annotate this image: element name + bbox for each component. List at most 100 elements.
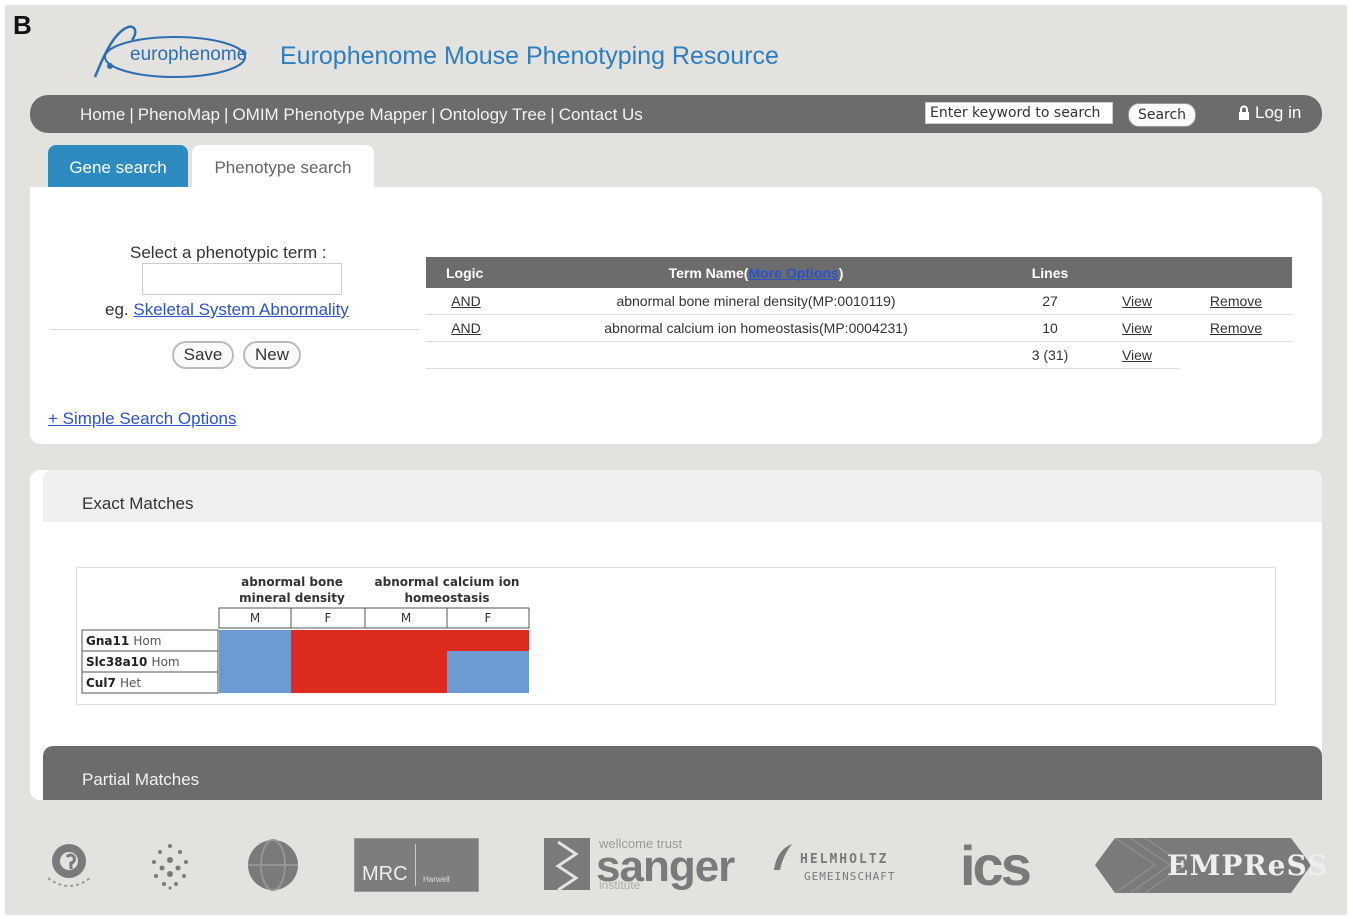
gene-label[interactable]: Gna11 Hom — [86, 634, 161, 648]
partial-matches-header[interactable]: Partial Matches — [43, 746, 1322, 800]
term-name-cell: abnormal calcium ion homeostasis(MP:0004… — [506, 314, 1006, 342]
heatmap-cell[interactable] — [365, 672, 447, 693]
star-cluster-logo-icon[interactable] — [142, 838, 198, 894]
logic-link[interactable]: AND — [426, 288, 506, 315]
partial-matches-title: Partial Matches — [82, 770, 200, 789]
remove-link[interactable]: Remove — [1180, 288, 1292, 315]
divider — [415, 844, 416, 886]
lines-header: Lines — [1006, 257, 1094, 288]
lock-icon — [1239, 105, 1249, 120]
nav-separator: | — [129, 105, 134, 124]
heatmap-cell[interactable] — [447, 651, 529, 672]
example-line: eg. Skeletal System Abnormality — [105, 300, 349, 320]
europhenome-logo[interactable]: europhenome — [90, 22, 250, 82]
table-header-row: Logic Term Name(More Options) Lines — [426, 257, 1292, 288]
leaf-icon — [774, 844, 792, 870]
new-button[interactable]: New — [243, 341, 301, 369]
matrix-term-header: mineral density — [239, 591, 345, 605]
simple-search-options-link[interactable]: + Simple Search Options — [48, 409, 237, 429]
dna-helix-icon — [544, 838, 590, 892]
ics-logo[interactable]: ics — [960, 836, 1040, 896]
sanger-logo-sub: institute — [599, 878, 641, 892]
gene-label[interactable]: Slc38a10 Hom — [86, 655, 180, 669]
more-options-link[interactable]: More Options — [748, 265, 838, 281]
save-button[interactable]: Save — [172, 341, 234, 369]
nav-omim-mapper[interactable]: OMIM Phenotype Mapper — [232, 105, 427, 124]
heatmap-cell[interactable] — [365, 651, 447, 672]
heatmap-cell[interactable] — [291, 630, 365, 651]
example-term-link[interactable]: Skeletal System Abnormality — [133, 300, 348, 319]
matrix-term-header: abnormal bone — [241, 575, 343, 589]
search-button[interactable]: Search — [1128, 103, 1196, 127]
tab-phenotype-search[interactable]: Phenotype search — [192, 145, 374, 190]
term-name-header: Term Name(More Options) — [506, 257, 1006, 288]
site-title: Europhenome Mouse Phenotyping Resource — [280, 42, 779, 70]
phenotypic-term-input[interactable] — [142, 263, 342, 295]
heatmap-cell[interactable] — [291, 672, 365, 693]
heatmap-cell[interactable] — [219, 672, 291, 693]
sex-label: F — [325, 611, 332, 625]
mrc-harwell-logo[interactable]: MRC Harwell — [354, 838, 479, 892]
nav-contact-us[interactable]: Contact Us — [559, 105, 643, 124]
exact-matches-title: Exact Matches — [82, 494, 194, 513]
phenotype-matrix: abnormal bone mineral density M Fabnormal c… — [76, 567, 1276, 705]
main-navbar: Home | PhenoMap | OMIM Phenotype Mapper | Onto… — [30, 95, 1322, 133]
heatmap-cell[interactable] — [365, 630, 447, 651]
heatmap-cell[interactable] — [219, 630, 291, 651]
empty-cell — [1180, 342, 1292, 369]
logo-text: europhenome — [130, 44, 248, 65]
nav-ontology-tree[interactable]: Ontology Tree — [440, 105, 547, 124]
helmholtz-line1: HELMHOLTZ — [800, 852, 889, 867]
nav-home[interactable]: Home — [80, 105, 125, 124]
example-prefix: eg. — [105, 300, 129, 319]
login-label: Log in — [1255, 103, 1302, 122]
empty-cell — [506, 341, 1006, 369]
table-total-row: 3 (31) View — [426, 341, 1292, 369]
tab-gene-search[interactable]: Gene search — [48, 145, 188, 190]
mrc-logo-subtext: Harwell — [423, 875, 450, 884]
mrc-logo-text: MRC — [362, 863, 408, 885]
term-name-header-close: ) — [838, 264, 844, 281]
view-link[interactable]: View — [1094, 288, 1180, 315]
sex-label: F — [485, 611, 492, 625]
divider — [50, 329, 420, 330]
empress-logo[interactable]: EMPReSS — [1095, 838, 1327, 893]
remove-link[interactable]: Remove — [1180, 314, 1292, 342]
heatmap-cell[interactable] — [219, 651, 291, 672]
heatmap-cell[interactable] — [447, 672, 529, 693]
logic-link[interactable]: AND — [426, 314, 506, 342]
heatmap-cell[interactable] — [447, 630, 529, 651]
globe-logo-icon[interactable] — [246, 838, 300, 892]
table-row: AND abnormal bone mineral density(MP:001… — [426, 288, 1292, 315]
term-name-header-label: Term Name( — [668, 264, 749, 281]
logic-header: Logic — [426, 257, 506, 288]
view-link[interactable]: View — [1094, 314, 1180, 342]
sanger-logo[interactable]: wellcome trust sanger institute — [544, 836, 735, 896]
total-lines-cell: 3 (31) — [1006, 341, 1094, 369]
matrix-term-header: abnormal calcium ion — [375, 575, 520, 589]
term-name-cell: abnormal bone mineral density(MP:0010119… — [506, 288, 1006, 315]
figure-panel-label: B — [13, 10, 32, 40]
empty-cell — [426, 341, 506, 369]
helmholtz-line2: GEMEINSCHAFT — [804, 870, 896, 883]
phenotype-heatmap: abnormal bone mineral density M Fabnormal c… — [81, 575, 530, 694]
matrix-term-header: homeostasis — [404, 591, 489, 605]
gene-label[interactable]: Cul7 Het — [86, 676, 141, 690]
nav-separator: | — [431, 105, 436, 124]
select-term-label: Select a phenotypic term : — [130, 243, 327, 262]
empress-logo-text: EMPReSS — [1167, 849, 1329, 882]
heatmap-cell[interactable] — [291, 651, 365, 672]
nav-separator: | — [550, 105, 555, 124]
phenotype-search-panel: Select a phenotypic term : eg. Skeletal … — [30, 187, 1322, 444]
helmholtz-logo[interactable]: HELMHOLTZ GEMEINSCHAFT — [770, 840, 920, 890]
eumodic-logo-icon[interactable] — [42, 838, 96, 892]
nav-phenomap[interactable]: PhenoMap — [138, 105, 220, 124]
selected-terms-table: Logic Term Name(More Options) Lines AND … — [426, 257, 1292, 369]
nav-separator: | — [224, 105, 229, 124]
lines-cell: 10 — [1006, 314, 1094, 342]
keyword-search-input[interactable] — [925, 102, 1113, 124]
exact-matches-header[interactable]: Exact Matches — [43, 470, 1322, 522]
login-link[interactable]: Log in — [1238, 103, 1301, 123]
view-all-link[interactable]: View — [1094, 341, 1180, 369]
sex-label: M — [401, 611, 411, 625]
